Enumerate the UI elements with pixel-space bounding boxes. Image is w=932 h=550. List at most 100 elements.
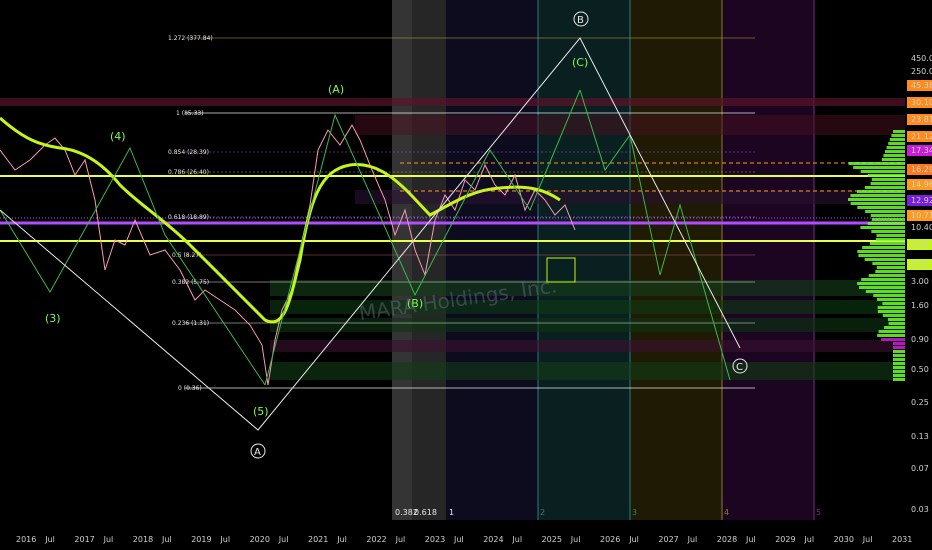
wave-label-circle-a: A	[254, 447, 261, 458]
x-axis-label: Jul	[628, 535, 639, 544]
volume-profile-bar	[850, 194, 905, 197]
x-axis-label: Jul	[395, 535, 406, 544]
x-axis-label: 2022	[366, 535, 386, 544]
zone-label: 1	[449, 508, 454, 517]
volume-profile-bar	[873, 294, 905, 297]
x-axis-label: 2027	[658, 535, 678, 544]
y-axis-label: 30.10	[911, 98, 932, 107]
volume-profile-bar	[861, 278, 905, 281]
volume-profile-bar	[893, 130, 905, 133]
wave-label-3: (3)	[45, 312, 61, 325]
volume-profile-bar	[893, 358, 905, 361]
x-axis-label: Jul	[161, 535, 172, 544]
volume-profile-bar	[857, 206, 905, 209]
volume-profile-bar	[893, 342, 905, 345]
x-axis-label: 2028	[717, 535, 737, 544]
volume-profile-bar	[893, 346, 905, 349]
zone-label: 0.618	[414, 508, 437, 517]
volume-profile-bar	[867, 222, 905, 225]
fib-label: 0.382 (5.75)	[172, 279, 209, 286]
volume-profile-bar	[875, 270, 905, 273]
volume-profile-bar	[888, 142, 905, 145]
volume-profile-bar	[857, 282, 905, 285]
x-axis-label: 2030	[834, 535, 854, 544]
volume-profile-bar	[860, 170, 905, 173]
x-axis-label: Jul	[219, 535, 230, 544]
x-axis-label: 2029	[775, 535, 795, 544]
x-axis-label: Jul	[278, 535, 289, 544]
volume-profile-bar	[893, 362, 905, 365]
volume-profile-bar	[875, 238, 905, 241]
x-axis-label: Jul	[570, 535, 581, 544]
fib-label: 1.272 (377.84)	[168, 35, 213, 42]
x-axis-label: Jul	[44, 535, 55, 544]
y-axis[interactable]: 450.00 250.00 45.38 30.10 23.81 21.12 17.34 16.…	[907, 54, 932, 514]
x-axis-label: Jul	[103, 535, 114, 544]
wave-label-circle-b: B	[577, 15, 584, 26]
y-axis-label: 16.29	[911, 165, 932, 174]
volume-profile-bar	[857, 190, 905, 193]
y-axis-label: 10.71	[911, 211, 932, 220]
x-axis-label: Jul	[687, 535, 698, 544]
y-axis-label: 14.96	[911, 180, 932, 189]
x-axis-label: 2017	[74, 535, 94, 544]
x-axis-label: Jul	[745, 535, 756, 544]
y-axis-label: 450.00	[911, 54, 932, 63]
volume-profile-bar	[865, 290, 905, 293]
time-zone-bands	[392, 0, 815, 520]
price-chart[interactable]: 1.272 (377.84) 1 (85.33) 0.854 (28.39) 0…	[0, 0, 932, 550]
volume-profile-bar	[888, 322, 905, 325]
y-axis-label: 0.50	[911, 365, 929, 374]
volume-profile-bar	[891, 134, 905, 137]
volume-profile-bar	[877, 334, 905, 337]
y-axis-label: 3.00	[911, 277, 929, 286]
volume-profile-bar	[883, 154, 905, 157]
volume-profile-bar	[871, 218, 905, 221]
wave-label-4: (4)	[110, 130, 126, 143]
volume-profile-bar	[893, 374, 905, 377]
volume-profile-bar	[893, 354, 905, 357]
x-axis-label: 2023	[425, 535, 445, 544]
volume-profile-bar	[884, 326, 905, 329]
fib-label: 0.786 (26.40)	[168, 169, 209, 176]
volume-profile-bar	[876, 266, 905, 269]
x-axis-label: 2026	[600, 535, 620, 544]
x-axis-label: 2018	[133, 535, 153, 544]
volume-profile-bar	[893, 366, 905, 369]
volume-profile-bar	[870, 214, 905, 217]
volume-profile-bar	[869, 242, 905, 245]
y-axis-label: 1.60	[911, 301, 929, 310]
volume-profile-bar	[860, 226, 905, 229]
zone-label: 4	[724, 508, 729, 517]
volume-profile-bar	[885, 150, 905, 153]
x-axis-label: 2020	[250, 535, 270, 544]
volume-profile-bar	[864, 258, 905, 261]
wave-label-5: (5)	[253, 405, 269, 418]
volume-profile-bar	[857, 250, 905, 253]
zone-label: 2	[540, 508, 545, 517]
x-axis-label: Jul	[336, 535, 347, 544]
y-axis-label: 45.38	[911, 81, 932, 90]
volume-profile-bar	[893, 350, 905, 353]
x-axis-label: Jul	[453, 535, 464, 544]
y-axis-label: 0.13	[911, 432, 929, 441]
y-axis-label: 10.40	[911, 223, 932, 232]
volume-profile-bar	[862, 246, 905, 249]
y-axis-label: 12.92	[911, 196, 932, 205]
volume-profile-bar	[889, 138, 905, 141]
y-axis-label: 21.12	[911, 132, 932, 141]
volume-profile-bar	[867, 174, 905, 177]
x-axis-label: 2031	[892, 535, 912, 544]
x-axis-label: Jul	[511, 535, 522, 544]
volume-profile-bar	[878, 330, 905, 333]
y-axis-label: 0.07	[911, 464, 929, 473]
fib-label: 1 (85.33)	[176, 110, 204, 117]
volume-profile-bar	[881, 338, 905, 341]
volume-profile-bar	[859, 286, 905, 289]
zone-label: 3	[632, 508, 637, 517]
y-axis-label: 6.81	[911, 260, 929, 269]
volume-profile-bar	[848, 198, 905, 201]
y-axis-label: 0.25	[911, 398, 929, 407]
volume-profile-bar	[850, 202, 905, 205]
y-axis-label: 0.90	[911, 335, 929, 344]
